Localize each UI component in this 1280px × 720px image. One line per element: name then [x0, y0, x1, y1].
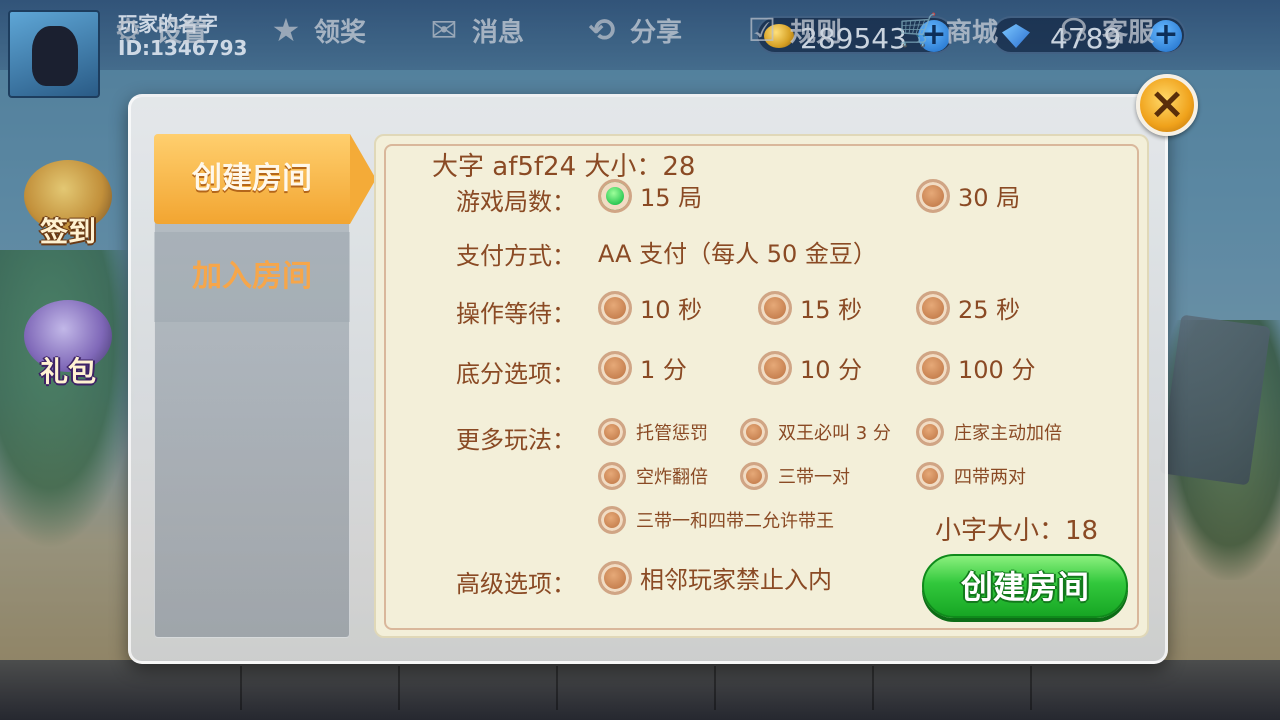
wait-option-15[interactable]: 15 秒	[758, 290, 862, 325]
font-note-small: 小字大小：18	[935, 516, 1099, 546]
nav-settings[interactable]: ⚙ 设置	[108, 8, 208, 52]
more-option-double-jokers[interactable]: 双王必叫 3 分	[740, 418, 891, 446]
nav-shop[interactable]: 🛒 商城	[898, 8, 998, 52]
radio-icon	[598, 418, 626, 446]
option-label: 100 分	[958, 356, 1036, 384]
nav-messages-label: 消息	[472, 17, 525, 48]
tab-create-room[interactable]: 创建房间	[154, 134, 376, 224]
radio-icon	[598, 560, 632, 595]
radio-icon	[916, 290, 950, 325]
option-label: 三带一对	[778, 467, 850, 488]
option-label: 25 秒	[958, 296, 1021, 324]
create-room-button[interactable]: 创建房间	[922, 554, 1128, 618]
advanced-label: 高级选项：	[456, 570, 576, 598]
gift-button[interactable]: 礼包	[14, 300, 122, 396]
base-option-100[interactable]: 100 分	[916, 350, 1035, 385]
option-label: 双王必叫 3 分	[778, 423, 891, 444]
nav-divider	[872, 666, 874, 710]
radio-icon	[916, 350, 950, 385]
add-gem-button[interactable]: +	[1150, 20, 1182, 52]
bottom-bar	[0, 660, 1280, 720]
payment-label: 支付方式：	[456, 242, 576, 270]
wait-option-25[interactable]: 25 秒	[916, 290, 1020, 325]
more-option-three-with-pair[interactable]: 三带一对	[740, 462, 850, 490]
palm-tree-left	[0, 250, 140, 550]
option-label: 15 局	[640, 184, 703, 212]
nav-rewards[interactable]: ★ 领奖	[266, 8, 366, 52]
nav-shop-label: 商城	[946, 17, 999, 48]
radio-icon	[758, 290, 792, 325]
nav-support[interactable]: ☊ 客服	[1054, 8, 1154, 52]
option-label: 庄家主动加倍	[954, 423, 1062, 444]
signin-button[interactable]: 签到	[14, 160, 122, 256]
option-label: 30 局	[958, 184, 1021, 212]
wait-label: 操作等待：	[456, 300, 576, 328]
advanced-option-no-neighbors[interactable]: 相邻玩家禁止入内	[598, 560, 832, 595]
headset-icon: ☊	[1059, 11, 1089, 49]
radio-icon	[916, 178, 950, 213]
payment-value: AA 支付（每人 50 金豆）	[598, 240, 877, 268]
nav-share[interactable]: ⟲ 分享	[582, 8, 682, 52]
signin-label: 签到	[39, 215, 96, 248]
option-label: 四带两对	[954, 467, 1026, 488]
tab-join-room[interactable]: 加入房间	[154, 232, 350, 322]
base-option-10[interactable]: 10 分	[758, 350, 862, 385]
gear-icon: ⚙	[113, 11, 143, 49]
more-option-hosting-penalty[interactable]: 托管惩罚	[598, 418, 708, 446]
radio-icon	[598, 462, 626, 490]
nav-divider	[398, 666, 400, 710]
nav-share-label: 分享	[630, 17, 683, 48]
nav-rules[interactable]: ☑ 规则	[742, 8, 842, 52]
more-option-allow-jokers[interactable]: 三带一和四带二允许带王	[598, 506, 834, 534]
gift-label: 礼包	[39, 355, 96, 388]
more-option-four-with-two-pairs[interactable]: 四带两对	[916, 462, 1026, 490]
nav-divider	[714, 666, 716, 710]
nav-rules-label: 规则	[790, 17, 843, 48]
diamond-icon	[1002, 24, 1030, 48]
more-label: 更多玩法：	[456, 426, 576, 454]
radio-icon	[916, 418, 944, 446]
nav-divider	[556, 666, 558, 710]
radio-icon	[740, 418, 768, 446]
checklist-icon: ☑	[747, 11, 777, 49]
nav-support-label: 客服	[1102, 17, 1155, 48]
more-option-dealer-double[interactable]: 庄家主动加倍	[916, 418, 1062, 446]
nav-rewards-label: 领奖	[314, 17, 367, 48]
close-icon[interactable]: ×	[1136, 74, 1198, 136]
cart-icon: 🛒	[898, 11, 938, 49]
radio-icon	[598, 290, 632, 325]
radio-selected-icon	[598, 178, 632, 213]
rounds-label: 游戏局数：	[456, 188, 576, 216]
chat-bubble-icon: ✉	[430, 11, 458, 49]
rounds-option-15[interactable]: 15 局	[598, 178, 702, 213]
star-icon: ★	[271, 11, 301, 49]
nav-settings-label: 设置	[156, 17, 209, 48]
option-label: 1 分	[640, 356, 687, 384]
player-avatar[interactable]	[8, 10, 100, 98]
nav-divider	[240, 666, 242, 710]
radio-icon	[758, 350, 792, 385]
option-label: 10 分	[800, 356, 863, 384]
base-label: 底分选项：	[456, 360, 576, 388]
share-icon: ⟲	[588, 11, 616, 49]
radio-icon	[598, 350, 632, 385]
nav-divider	[1030, 666, 1032, 710]
wait-option-10[interactable]: 10 秒	[598, 290, 702, 325]
rounds-option-30[interactable]: 30 局	[916, 178, 1020, 213]
option-label: 托管惩罚	[636, 423, 708, 444]
more-option-bomb-double[interactable]: 空炸翻倍	[598, 462, 708, 490]
radio-icon	[598, 506, 626, 534]
option-label: 三带一和四带二允许带王	[636, 511, 834, 532]
nav-messages[interactable]: ✉ 消息	[424, 8, 524, 52]
option-label: 相邻玩家禁止入内	[640, 566, 832, 594]
base-option-1[interactable]: 1 分	[598, 350, 687, 385]
option-label: 空炸翻倍	[636, 467, 708, 488]
radio-icon	[740, 462, 768, 490]
option-label: 10 秒	[640, 296, 703, 324]
radio-icon	[916, 462, 944, 490]
option-label: 15 秒	[800, 296, 863, 324]
